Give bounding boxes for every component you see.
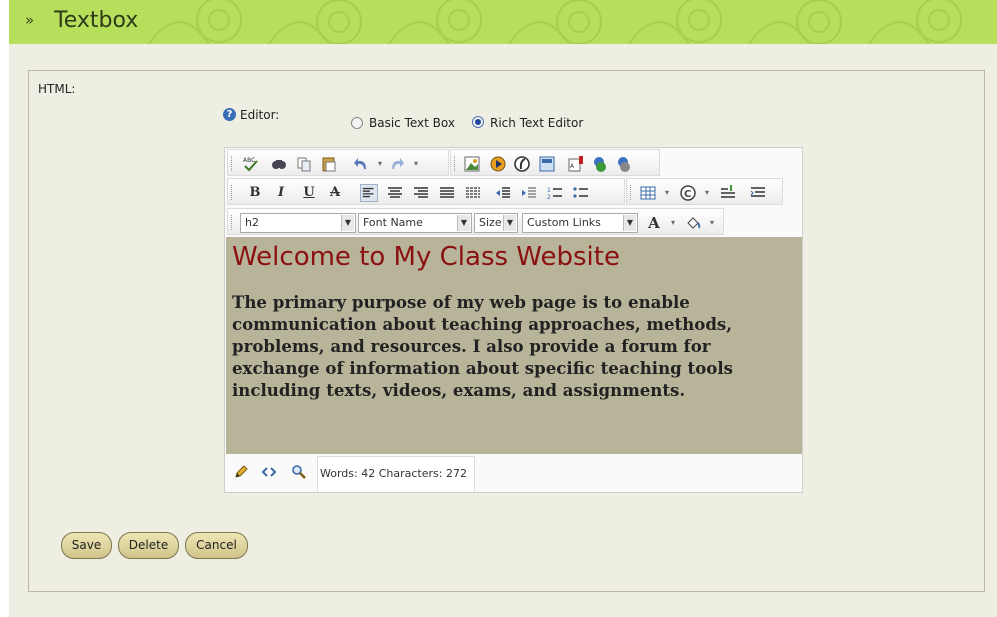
image-manager-icon[interactable] [463,155,481,173]
basic-text-box-label[interactable]: Basic Text Box [369,116,455,130]
rich-text-editor-radio[interactable] [472,116,484,128]
unlink-icon[interactable] [615,155,633,173]
header-bar: » Textbox [9,0,997,44]
editor-footer: Words: 42 Characters: 272 [226,455,802,492]
cancel-button[interactable]: Cancel [185,532,248,559]
align-center-icon[interactable] [386,184,404,202]
redo-dropdown-icon[interactable]: ▾ [407,155,425,173]
back-color-icon[interactable] [684,214,702,232]
insert-table-dropdown-icon[interactable]: ▾ [658,184,676,202]
copy-icon[interactable] [295,155,313,173]
editor-content-area[interactable]: Welcome to My Class Website The primary … [226,237,802,454]
paste-icon[interactable] [320,155,338,173]
delete-button[interactable]: Delete [118,532,179,559]
toolbar-grip [231,215,234,230]
word-count-status: Words: 42 Characters: 272 [317,456,475,492]
format-stripper-icon[interactable] [749,184,767,202]
toolbar-row-1: ABC ▾ ▾ A [225,149,660,177]
toolbar-group-format: B I U A 12 [227,178,625,205]
toolbar-grip [231,185,234,200]
basic-text-box-radio[interactable] [351,117,363,129]
toolbar-group-insert: A [450,149,660,176]
rich-text-editor-label[interactable]: Rich Text Editor [490,116,583,130]
toolbar-grip [630,185,633,200]
custom-links-value: Custom Links [527,216,601,229]
insert-paragraph-icon[interactable] [719,184,737,202]
header-swirl-pattern [148,0,962,44]
chevron-down-icon: ▼ [457,215,470,231]
svg-text:ABC: ABC [243,157,255,164]
document-manager-icon[interactable]: A [567,155,585,173]
toolbar-grip [454,156,457,171]
svg-text:C: C [684,189,691,200]
strikethrough-button[interactable]: A [326,184,344,202]
toolbar-row-2: B I U A 12 ▾ C ▾ [225,178,783,206]
html-label: HTML: [38,82,76,96]
spellcheck-icon[interactable]: ABC [242,155,260,173]
align-left-icon[interactable] [360,184,378,202]
html-mode-icon[interactable] [261,464,277,480]
left-rule [0,0,9,617]
media-manager-icon[interactable] [489,155,507,173]
custom-links-select[interactable]: Custom Links ▼ [522,213,638,233]
help-icon[interactable]: ? [223,108,236,121]
breadcrumb-arrows-icon: » [25,11,34,29]
page-title: Textbox [54,8,139,33]
content-paragraph: The primary purpose of my web page is to… [232,292,733,400]
justify-none-icon[interactable] [464,184,482,202]
toolbar-group-table: ▾ C ▾ [626,178,783,205]
undo-icon[interactable] [352,155,370,173]
font-size-select[interactable]: Size ▼ [474,213,518,233]
save-button[interactable]: Save [61,532,112,559]
toolbar-group-styles: h2 ▼ Font Name ▼ Size ▼ Custom Links ▼ A… [227,208,724,235]
insert-table-icon[interactable] [639,184,657,202]
design-mode-pencil-icon[interactable] [233,464,249,480]
svg-text:1: 1 [547,187,551,194]
font-size-value: Size [479,216,502,229]
hyperlink-icon[interactable] [591,155,609,173]
redo-icon[interactable] [388,155,406,173]
toolbar-row-3: h2 ▼ Font Name ▼ Size ▼ Custom Links ▼ A… [225,208,724,236]
insert-symbol-dropdown-icon[interactable]: ▾ [698,184,716,202]
fore-color-dropdown-icon[interactable]: ▾ [664,214,682,232]
italic-button[interactable]: I [272,184,290,202]
numbered-list-icon[interactable]: 12 [546,184,564,202]
svg-text:2: 2 [547,194,551,201]
toolbar-group-edit: ABC ▾ ▾ [227,149,449,176]
toolbar-grip [231,156,234,171]
preview-magnifier-icon[interactable] [291,464,307,480]
page: » Textbox HTML: ? Editor: Basic Text Box… [0,0,997,617]
indent-icon[interactable] [520,184,538,202]
bold-button[interactable]: B [246,184,264,202]
template-manager-icon[interactable] [538,155,556,173]
align-right-icon[interactable] [412,184,430,202]
bulleted-list-icon[interactable] [572,184,590,202]
fore-color-button[interactable]: A [645,214,663,232]
content-heading: Welcome to My Class Website [232,242,620,272]
flash-manager-icon[interactable] [513,155,531,173]
back-color-dropdown-icon[interactable]: ▾ [703,214,721,232]
outdent-icon[interactable] [494,184,512,202]
chevron-down-icon: ▼ [623,215,636,231]
font-name-select[interactable]: Font Name ▼ [358,213,472,233]
rich-text-editor: ABC ▾ ▾ A B I U A 1 2 ▾ C ▾ h2 ▼ Font Na… [224,147,803,493]
paragraph-format-select[interactable]: h2 ▼ [240,213,356,233]
find-icon[interactable] [270,155,288,173]
justify-icon[interactable] [438,184,456,202]
insert-symbol-icon[interactable]: C [679,184,697,202]
chevron-down-icon: ▼ [341,215,354,231]
underline-button[interactable]: U [300,184,318,202]
editor-label: Editor: [240,108,280,122]
paragraph-format-value: h2 [245,216,259,229]
font-name-value: Font Name [363,216,423,229]
undo-dropdown-icon[interactable]: ▾ [371,155,389,173]
chevron-down-icon: ▼ [503,215,516,231]
